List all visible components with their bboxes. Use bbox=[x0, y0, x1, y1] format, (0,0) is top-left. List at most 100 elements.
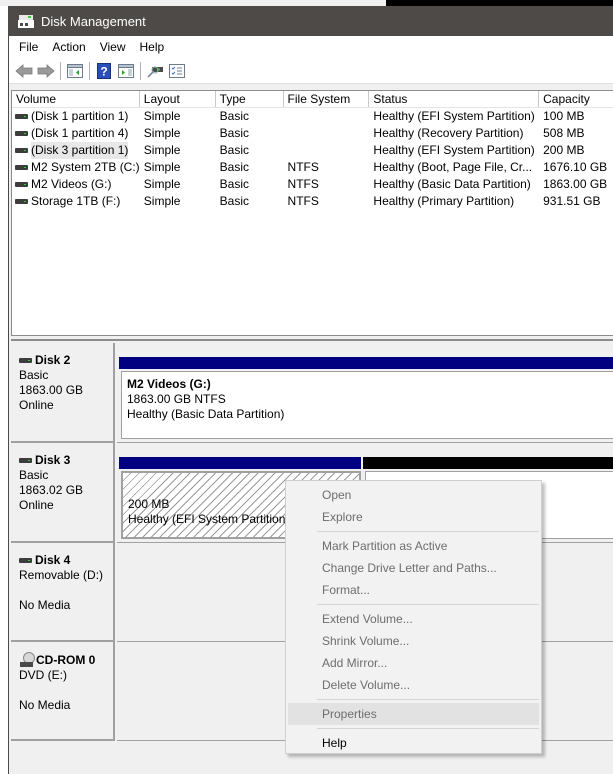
connect-disk-button[interactable] bbox=[144, 61, 166, 81]
svg-text:?: ? bbox=[100, 64, 107, 78]
volume-row[interactable]: M2 System 2TB (C:) Simple Basic NTFS Healthy… bbox=[12, 159, 613, 176]
disk-type: DVD (E:) bbox=[19, 668, 67, 682]
disk-drive-icon bbox=[19, 458, 32, 463]
partition-bar bbox=[119, 357, 613, 369]
volume-row[interactable]: Storage 1TB (F:) Simple Basic NTFS Healthy (… bbox=[12, 193, 613, 210]
status-cell: Healthy (EFI System Partition) bbox=[373, 143, 535, 157]
back-button[interactable] bbox=[13, 61, 35, 81]
menu-action[interactable]: Action bbox=[45, 40, 92, 54]
menu-separator bbox=[317, 531, 539, 532]
partition-box: M2 Videos (G:) 1863.00 GB NTFS Healthy (… bbox=[121, 371, 613, 439]
menu-file[interactable]: File bbox=[12, 40, 45, 54]
menu-item-shrink-volume[interactable]: Shrink Volume... bbox=[288, 630, 539, 652]
disk-drive-icon bbox=[19, 358, 32, 363]
disk-name: Disk 3 bbox=[35, 453, 71, 467]
partition-m2-videos[interactable]: M2 Videos (G:) 1863.00 GB NTFS Healthy (… bbox=[119, 357, 613, 443]
menu-item-open[interactable]: Open bbox=[288, 484, 539, 506]
volume-cell: M2 Videos (G:) bbox=[12, 176, 140, 193]
connect-disk-icon bbox=[147, 66, 163, 78]
volume-row[interactable]: (Disk 1 partition 1) Simple Basic Healthy (… bbox=[12, 108, 613, 125]
menu-view[interactable]: View bbox=[93, 40, 133, 54]
fs-cell bbox=[284, 108, 370, 125]
menu-item-extend-volume[interactable]: Extend Volume... bbox=[288, 608, 539, 630]
cd-rom-icon bbox=[19, 652, 35, 668]
fs-cell: NTFS bbox=[287, 177, 319, 191]
volume-cell: (Disk 3 partition 1) bbox=[12, 142, 140, 159]
toolbar-separator bbox=[89, 61, 90, 80]
capacity-cell: 200 MB bbox=[543, 143, 585, 157]
disk-status: No Media bbox=[19, 598, 71, 612]
properties-checklist-icon bbox=[169, 63, 185, 78]
fs-cell bbox=[284, 125, 370, 142]
disk-label-disk-2[interactable]: Disk 2 Basic 1863.00 GB Online bbox=[11, 343, 115, 443]
column-header-volume[interactable]: Volume bbox=[12, 91, 140, 107]
toolbar-separator bbox=[60, 61, 61, 80]
volume-cell: M2 System 2TB (C:) bbox=[12, 159, 140, 176]
volume-name: (Disk 1 partition 1) bbox=[31, 109, 129, 123]
pane-splitter[interactable] bbox=[11, 336, 613, 341]
menu-help[interactable]: Help bbox=[133, 40, 172, 54]
disk-type: Basic bbox=[19, 468, 49, 482]
disk-label-cd-rom-0[interactable]: CD-ROM 0 DVD (E:) No Media bbox=[11, 642, 115, 741]
layout-cell: Simple bbox=[143, 160, 181, 174]
volume-list[interactable]: Volume Layout Type File System Status Ca… bbox=[11, 90, 613, 336]
disk-type: Removable (D:) bbox=[19, 568, 104, 582]
type-cell: Basic bbox=[219, 143, 249, 157]
volume-drive-icon bbox=[15, 199, 28, 204]
column-header-file-system[interactable]: File System bbox=[284, 91, 370, 107]
volume-drive-icon bbox=[15, 114, 28, 119]
status-cell: Healthy (Basic Data Partition) bbox=[373, 177, 531, 191]
disk-partitions-disk-2: M2 Videos (G:) 1863.00 GB NTFS Healthy (… bbox=[117, 343, 613, 443]
disk-size: 1863.02 GB bbox=[19, 483, 84, 497]
disk-label-disk-3[interactable]: Disk 3 Basic 1863.02 GB Online bbox=[11, 443, 115, 543]
show-hide-action-pane-button[interactable] bbox=[115, 61, 137, 81]
layout-cell: Simple bbox=[143, 109, 181, 123]
menu-item-add-mirror[interactable]: Add Mirror... bbox=[288, 652, 539, 674]
menu-item-format[interactable]: Format... bbox=[288, 579, 539, 601]
type-cell: Basic bbox=[219, 109, 249, 123]
disk-spacer bbox=[19, 683, 113, 698]
partition-size: 1863.00 GB NTFS bbox=[127, 392, 226, 406]
menu-separator bbox=[317, 699, 539, 700]
disk-row-disk-2: Disk 2 Basic 1863.00 GB Online M2 Videos… bbox=[11, 343, 613, 443]
column-header-status[interactable]: Status bbox=[369, 91, 540, 107]
capacity-cell: 1676.10 GB bbox=[543, 160, 608, 174]
disk-label-disk-4[interactable]: Disk 4 Removable (D:) No Media bbox=[11, 543, 115, 642]
volume-cell: Storage 1TB (F:) bbox=[12, 193, 140, 210]
volume-row[interactable]: M2 Videos (G:) Simple Basic NTFS Healthy (Ba… bbox=[12, 176, 613, 193]
capacity-cell: 508 MB bbox=[543, 126, 585, 140]
show-hide-action-pane-icon bbox=[118, 63, 134, 78]
title-bar[interactable]: Disk Management bbox=[9, 6, 613, 36]
column-header-capacity[interactable]: Capacity bbox=[539, 91, 613, 107]
volume-drive-icon bbox=[15, 182, 28, 187]
menu-item-properties[interactable]: Properties bbox=[288, 703, 539, 725]
volume-drive-icon bbox=[15, 165, 28, 170]
back-arrow-icon bbox=[15, 63, 33, 78]
disk-name: Disk 2 bbox=[35, 353, 71, 367]
forward-button[interactable] bbox=[35, 61, 57, 81]
volume-row[interactable]: (Disk 1 partition 4) Simple Basic Healthy (… bbox=[12, 125, 613, 142]
volume-list-rows: (Disk 1 partition 1) Simple Basic Healthy (… bbox=[12, 108, 613, 210]
column-header-layout[interactable]: Layout bbox=[140, 91, 216, 107]
menu-item-mark-partition-as-active[interactable]: Mark Partition as Active bbox=[288, 535, 539, 557]
fs-cell bbox=[284, 142, 370, 159]
show-hide-console-tree-icon bbox=[67, 63, 83, 78]
menu-item-delete-volume[interactable]: Delete Volume... bbox=[288, 674, 539, 696]
layout-cell: Simple bbox=[143, 126, 181, 140]
menu-item-change-drive-letter-and-paths[interactable]: Change Drive Letter and Paths... bbox=[288, 557, 539, 579]
column-header-type[interactable]: Type bbox=[216, 91, 284, 107]
menu-item-help[interactable]: Help bbox=[288, 732, 539, 754]
menu-item-explore[interactable]: Explore bbox=[288, 506, 539, 528]
layout-cell: Simple bbox=[143, 143, 181, 157]
properties-button[interactable] bbox=[166, 61, 188, 81]
fs-cell: NTFS bbox=[287, 194, 319, 208]
status-cell: Healthy (Boot, Page File, Cr... bbox=[373, 160, 533, 174]
volume-row[interactable]: (Disk 3 partition 1) Simple Basic Healthy (… bbox=[12, 142, 613, 159]
toolbar: ? bbox=[9, 58, 613, 84]
window-title: Disk Management bbox=[41, 13, 146, 29]
show-hide-console-tree-button[interactable] bbox=[64, 61, 86, 81]
status-cell: Healthy (EFI System Partition) bbox=[373, 109, 535, 123]
disk-status: Online bbox=[19, 498, 54, 512]
help-button[interactable]: ? bbox=[93, 61, 115, 81]
layout-cell: Simple bbox=[143, 177, 181, 191]
